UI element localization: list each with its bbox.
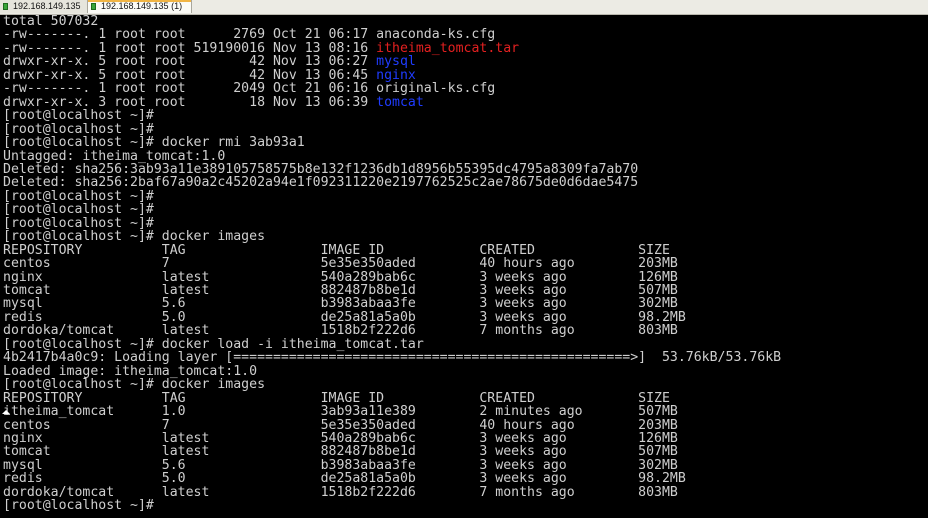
- terminal-line: -rw-------. 1 root root 2769 Oct 21 06:1…: [3, 28, 495, 41]
- terminal-text: centos 7 5e35e350aded 40 hours ago 203MB: [3, 256, 678, 271]
- terminal-line: [root@localhost ~]# docker images: [3, 230, 265, 243]
- terminal-line: itheima_tomcat 1.0 3ab93a11e389 2 minute…: [3, 405, 678, 418]
- terminal-text: [root@localhost ~]# docker rmi 3ab93a1: [3, 135, 305, 150]
- terminal-line: [root@localhost ~]#: [3, 203, 154, 216]
- terminal-text: dordoka/tomcat latest 1518b2f222d6 7 mon…: [3, 323, 678, 338]
- terminal-text: [root@localhost ~]#: [3, 498, 154, 513]
- terminal-text: Deleted: sha256:2baf67a90a2c45202a94e1f0…: [3, 175, 639, 190]
- terminal-line: -rw-------. 1 root root 2049 Oct 21 06:1…: [3, 82, 495, 95]
- session-connected-icon: [91, 3, 96, 10]
- terminal-line: dordoka/tomcat latest 1518b2f222d6 7 mon…: [3, 324, 678, 337]
- terminal-text: -rw-------. 1 root root 2049 Oct 21 06:1…: [3, 81, 496, 96]
- terminal-text: tomcat latest 882487b8be1d 3 weeks ago 5…: [3, 444, 678, 459]
- session-tab-2[interactable]: 192.168.149.135 (1): [88, 0, 192, 13]
- terminal-line: mysql 5.6 b3983abaa3fe 3 weeks ago 302MB: [3, 297, 678, 310]
- terminal-line: [root@localhost ~]#: [3, 109, 154, 122]
- terminal-text: drwxr-xr-x. 5 root root 42 Nov 13 06:27: [3, 54, 377, 69]
- terminal-text: -rw-------. 1 root root 2769 Oct 21 06:1…: [3, 27, 496, 42]
- terminal-line: redis 5.0 de25a81a5a0b 3 weeks ago 98.2M…: [3, 472, 686, 485]
- session-tab-1[interactable]: 192.168.149.135: [0, 0, 88, 13]
- terminal-line: [root@localhost ~]# docker images: [3, 378, 265, 391]
- terminal-text: [root@localhost ~]#: [3, 202, 154, 217]
- terminal-line: [root@localhost ~]#: [3, 499, 154, 512]
- terminal-line: [root@localhost ~]# docker rmi 3ab93a1: [3, 136, 305, 149]
- terminal-output[interactable]: total 507032 -rw-------. 1 root root 2769…: [0, 15, 928, 518]
- terminal-line: 4b2417b4a0c9: Loading layer [===========…: [3, 351, 781, 364]
- terminal-text: itheima_tomcat 1.0 3ab93a11e389 2 minute…: [3, 404, 678, 419]
- ssh-terminal-window: 192.168.149.135 192.168.149.135 (1) tota…: [0, 0, 928, 518]
- terminal-text: redis 5.0 de25a81a5a0b 3 weeks ago 98.2M…: [3, 471, 686, 486]
- terminal-text: [root@localhost ~]#: [3, 108, 154, 123]
- terminal-text: 4b2417b4a0c9: Loading layer [===========…: [3, 350, 782, 365]
- terminal-text: [root@localhost ~]# docker images: [3, 377, 266, 392]
- terminal-highlighted-text: mysql: [376, 54, 416, 69]
- session-connected-icon: [3, 3, 8, 10]
- session-tab-label: 192.168.149.135: [13, 1, 81, 11]
- session-tab-bar: 192.168.149.135 192.168.149.135 (1): [0, 0, 928, 15]
- terminal-line: drwxr-xr-x. 5 root root 42 Nov 13 06:27 …: [3, 55, 416, 68]
- terminal-text: [root@localhost ~]# docker images: [3, 229, 266, 244]
- terminal-line: Deleted: sha256:2baf67a90a2c45202a94e1f0…: [3, 176, 638, 189]
- terminal-line: tomcat latest 882487b8be1d 3 weeks ago 5…: [3, 445, 678, 458]
- terminal-highlighted-text: tomcat: [376, 95, 424, 110]
- terminal-text: mysql 5.6 b3983abaa3fe 3 weeks ago 302MB: [3, 296, 678, 311]
- session-tab-label: 192.168.149.135 (1): [101, 1, 183, 11]
- mouse-pointer-icon: [2, 410, 10, 414]
- terminal-line: centos 7 5e35e350aded 40 hours ago 203MB: [3, 257, 678, 270]
